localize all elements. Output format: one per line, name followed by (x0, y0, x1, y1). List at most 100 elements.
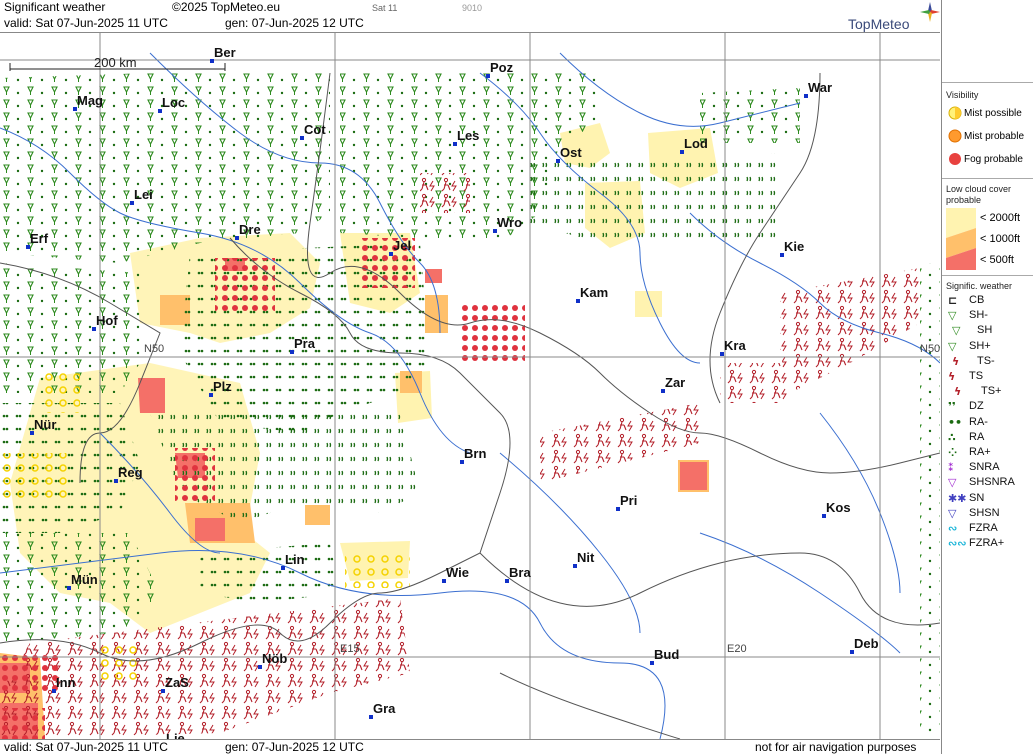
legend-panel: Visibility Mist possible Mist probable F… (941, 0, 1033, 754)
copyright-text: ©2025 TopMeteo.eu (172, 0, 281, 14)
ts-symbol-icon: ϟ (948, 370, 956, 383)
weather-legend-label: SH (977, 324, 993, 337)
city-label: Lie (166, 731, 185, 739)
weather-legend-label: RA+ (969, 446, 991, 458)
city-label: Cot (304, 122, 326, 137)
weather-legend-label: TS (969, 370, 984, 382)
visibility-swatches (948, 106, 962, 165)
topmeteo-logo-text: TopMeteo (848, 16, 910, 32)
city-label: Bud (654, 647, 680, 662)
sat-tag: Sat 11 (372, 3, 398, 13)
weather-legend-label: TS+ (981, 385, 1002, 398)
legend-cloud-500: < 500ft (980, 254, 1014, 266)
code-tag: 9010 (462, 3, 483, 13)
weather-legend-label: SHSN (969, 506, 1000, 519)
weather-map[interactable]: 200 km N50 N50 E15 E20 Ber Poz War Mag Loc Co… (0, 33, 940, 739)
sh-symbol-icon: ▽ (948, 339, 957, 353)
fzra-symbol-icon: ∾∾ (948, 537, 967, 551)
fzra-symbol-icon: ∾ (948, 522, 958, 535)
city-label: Kie (784, 239, 805, 254)
city-label: Ber (214, 45, 236, 60)
ts-symbol-icon: ϟ (954, 385, 962, 399)
ts-symbol-icon: ϟ (952, 354, 960, 368)
weather-legend-label: DZ (969, 400, 984, 413)
city-label: Deb (854, 636, 879, 651)
city-label: ZaS (165, 675, 189, 690)
city-label: Nit (577, 550, 595, 565)
grid-label-n50-east: N50 (920, 343, 940, 355)
weather-legend-label: FZRA+ (969, 537, 1005, 550)
city-label: Loc (162, 95, 186, 110)
legend-cloud-2000: < 2000ft (980, 212, 1021, 224)
legend-fog-probable: Fog probable (964, 154, 1023, 165)
city-label: Gra (373, 701, 396, 716)
shsnra-symbol-icon: ▽ (948, 476, 957, 490)
city-label: Erf (30, 231, 49, 246)
valid-time: valid: Sat 07-Jun-2025 11 UTC (4, 16, 168, 30)
legend-mist-probable: Mist probable (964, 131, 1025, 142)
city-label: Lei (134, 187, 153, 202)
ra-symbol-icon: •• (948, 415, 963, 429)
dz-symbol-icon: ❜❜ (948, 400, 956, 414)
footer-valid-time: valid: Sat 07-Jun-2025 11 UTC (4, 740, 168, 754)
sh-symbol-icon: ▽ (948, 309, 957, 323)
city-label: Pra (294, 336, 315, 351)
weather-legend-label: SHSNRA (969, 476, 1015, 489)
city-label: Ost (560, 145, 582, 160)
map-header: Significant weather ©2025 TopMeteo.eu Sa… (0, 0, 940, 33)
shsn-symbol-icon: ▽ (948, 506, 957, 520)
city-label: Zar (665, 375, 686, 390)
city-label: Jel (393, 238, 412, 253)
city-label: Nöb (262, 651, 288, 666)
compass-logo-icon (920, 2, 940, 22)
legend-cloud-1000: < 1000ft (980, 233, 1021, 245)
city-label: Mag (77, 93, 103, 108)
weather-legend-label: CB (969, 294, 985, 306)
city-label: Pri (620, 493, 638, 508)
city-label: Plz (213, 379, 232, 394)
city-label: Kos (826, 500, 851, 515)
map-footer: valid: Sat 07-Jun-2025 11 UTC gen: 07-Ju… (0, 739, 940, 755)
ra-symbol-icon: ∴ (948, 430, 956, 444)
city-label: Reg (118, 465, 143, 480)
footer-generated-time: gen: 07-Jun-2025 12 UTC (225, 740, 364, 754)
legend-mist-possible: Mist possible (964, 108, 1022, 119)
weather-legend-label: SNRA (969, 461, 1000, 474)
weather-legend-label: RA (969, 430, 985, 443)
city-label: Dre (239, 222, 261, 237)
city-label: Bra (509, 565, 531, 580)
weather-legend-label: SH+ (969, 339, 991, 352)
city-label: Brn (464, 446, 487, 461)
city-label: Lin (285, 552, 305, 567)
legend-weather-title: Signific. weather (946, 281, 1013, 291)
cloud-cover-swatch (946, 208, 976, 270)
grid-label-n50-west: N50 (144, 343, 165, 355)
weather-legend-label: TS- (977, 354, 995, 367)
city-label: War (808, 80, 833, 95)
city-label: Les (457, 128, 480, 143)
city-label: Wie (446, 565, 469, 580)
scale-bar-label: 200 km (94, 55, 137, 70)
grid-label-e20: E20 (727, 643, 747, 655)
grid-label-e15: E15 (340, 643, 360, 655)
legend-cloud-title: Low cloud cover probable (946, 184, 1012, 205)
city-label: Mün (71, 572, 98, 587)
disclaimer-text: not for air navigation purposes (755, 740, 917, 754)
city-label: Hof (96, 313, 118, 328)
weather-legend-label: SN (969, 491, 985, 504)
snra-symbol-icon: ⁑ (948, 461, 954, 475)
legend-visibility-title: Visibility (946, 90, 979, 100)
sh-symbol-icon: ▽ (952, 324, 961, 338)
ra-symbol-icon: ⁘ (948, 446, 958, 459)
city-label: Wro (497, 215, 523, 230)
city-label: Kam (580, 285, 609, 300)
city-label: Inn (56, 675, 76, 690)
weather-legend-label: FZRA (969, 522, 998, 534)
city-label: Lod (684, 136, 708, 151)
city-label: Nür (34, 417, 57, 432)
city-label: Kra (724, 338, 746, 353)
generated-time: gen: 07-Jun-2025 12 UTC (225, 16, 364, 30)
weather-legend-label: SH- (969, 309, 988, 322)
map-title: Significant weather (4, 0, 106, 14)
city-label: Poz (490, 60, 514, 75)
